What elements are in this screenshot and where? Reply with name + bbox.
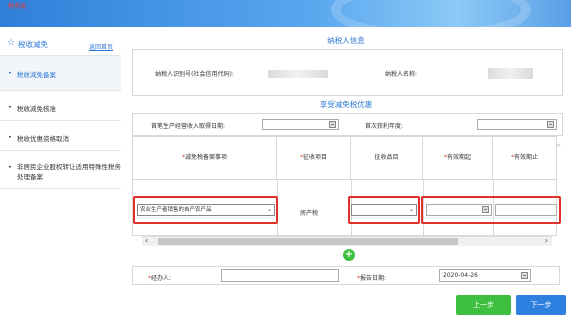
bullet-icon: • xyxy=(8,103,12,111)
relief-section-title: 享受减免税优惠 xyxy=(319,100,373,109)
handler-label: *经办人: xyxy=(148,275,172,282)
scroll-left-icon[interactable]: ‹ xyxy=(145,236,148,245)
sidebar-item-label: 税收优惠资格取消 xyxy=(17,135,69,143)
calendar-icon[interactable] xyxy=(521,272,528,279)
chevron-down-icon: ⌄ xyxy=(266,206,272,213)
first-income-date-label: 首笔生产经营收入取得日期: xyxy=(151,123,226,130)
bullet-icon: • xyxy=(8,69,12,77)
star-icon: ☆ xyxy=(7,38,16,48)
sidebar-item-qualification-cancel[interactable]: • 税收优惠资格取消 xyxy=(0,121,121,151)
first-income-date-input[interactable] xyxy=(262,119,339,130)
taxpayer-info-row: 纳税人识别号(社会信用代码): 纳税人名称: xyxy=(132,49,563,96)
horizontal-scrollbar[interactable]: ‹ › xyxy=(142,236,552,246)
taxpayer-id-value-redacted xyxy=(268,70,328,78)
scroll-right-icon[interactable]: › xyxy=(545,236,548,245)
end-date-input[interactable] xyxy=(495,204,557,216)
col-header-relief-item: *减免税备案事项 xyxy=(133,137,277,179)
relief-item-select[interactable]: 农业生产者销售的自产农产品 ⌄ xyxy=(137,204,275,216)
sidebar-item-relief-approval[interactable]: • 税收减免核准 xyxy=(0,91,121,121)
sidebar-header: ☆ 税收减免 返回首页 xyxy=(0,27,121,56)
relief-date-row: 首笔生产经营收入取得日期: 首次获利年度: xyxy=(132,113,563,136)
start-date-input[interactable] xyxy=(426,204,492,216)
col-header-end: *有效期止 xyxy=(510,154,538,161)
banner-decoration xyxy=(331,0,531,27)
taxpayer-section-title: 纳税人信息 xyxy=(327,36,365,45)
report-date-label: *报告日期: xyxy=(357,275,387,282)
chevron-down-icon: ⌄ xyxy=(408,206,414,213)
sidebar-item-relief-filing[interactable]: • 税收减免备案 xyxy=(0,56,121,91)
previous-step-button[interactable]: 上一步 xyxy=(456,295,511,315)
col-header-project: *征收项目 xyxy=(277,137,351,179)
bullet-icon: • xyxy=(8,133,12,141)
back-home-link[interactable]: 返回首页 xyxy=(89,42,113,51)
scroll-up-icon[interactable]: ^ xyxy=(555,143,562,152)
top-banner: 税务局 xyxy=(0,0,571,27)
calendar-icon[interactable] xyxy=(482,206,489,213)
sidebar-item-label: 非居民企业股权转让适用特殊性税务处理备案 xyxy=(17,163,121,181)
taxpayer-name-label: 纳税人名称: xyxy=(385,71,418,78)
add-row-button[interactable]: + xyxy=(343,249,355,261)
taxpayer-id-label: 纳税人识别号(社会信用代码): xyxy=(155,71,234,78)
handler-input[interactable] xyxy=(221,269,339,282)
calendar-icon[interactable] xyxy=(329,121,336,128)
first-profit-year-input[interactable] xyxy=(477,119,557,130)
taxpayer-name-value-redacted xyxy=(488,68,533,79)
first-profit-year-label: 首次获利年度: xyxy=(365,123,404,130)
col-header-start: *有效期起 xyxy=(423,137,493,179)
project-value: 房产税 xyxy=(300,210,319,217)
sidebar-title: 税收减免 xyxy=(18,40,48,49)
col-header-category: 征收品目 xyxy=(351,137,423,179)
logo: 税务局 xyxy=(8,3,27,10)
report-date-input[interactable]: 2020-04-26 xyxy=(439,269,531,282)
bullet-icon: • xyxy=(8,163,12,171)
next-step-button[interactable]: 下一步 xyxy=(516,295,566,315)
sidebar-item-label: 税收减免核准 xyxy=(17,105,56,113)
category-select[interactable]: ⌄ xyxy=(351,204,417,216)
handler-row: *经办人: *报告日期: 2020-04-26 xyxy=(132,266,560,285)
sidebar-item-label: 税收减免备案 xyxy=(17,71,56,79)
sidebar-item-nonresident-equity[interactable]: • 非居民企业股权转让适用特殊性税务处理备案 xyxy=(0,151,121,189)
sidebar: ☆ 税收减免 返回首页 • 税收减免备案 • 税收减免核准 • 税收优惠资格取消… xyxy=(0,27,121,325)
scrollbar-thumb[interactable] xyxy=(158,238,458,245)
relief-table-header: *减免税备案事项 *征收项目 征收品目 *有效期起 *有效期止 xyxy=(132,136,557,180)
calendar-icon[interactable] xyxy=(547,121,554,128)
